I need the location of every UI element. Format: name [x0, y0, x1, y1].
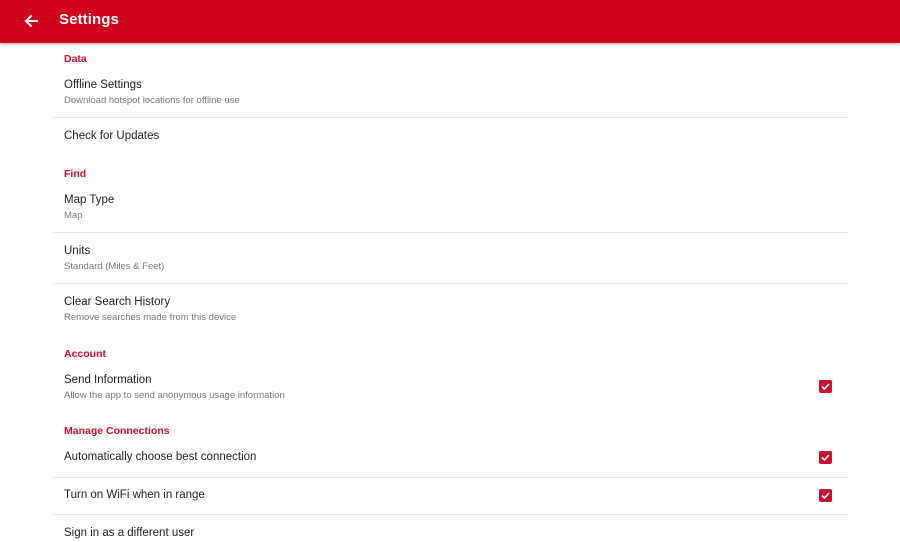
section-header-data: Data	[64, 53, 87, 65]
setting-subtitle: Standard (Miles & Feet)	[64, 261, 165, 272]
setting-clear-search-history[interactable]: Clear Search History Remove searches mad…	[53, 287, 848, 334]
setting-title: Units	[64, 245, 91, 257]
setting-title: Clear Search History	[64, 296, 171, 308]
setting-offline-settings[interactable]: Offline Settings Download hotspot locati…	[53, 70, 848, 117]
setting-title: Offline Settings	[64, 79, 142, 91]
setting-title: Check for Updates	[64, 130, 160, 142]
send-information-checkbox[interactable]	[819, 380, 832, 393]
section-header-manage-connections: Manage Connections	[64, 425, 170, 437]
setting-map-type[interactable]: Map Type Map	[53, 185, 848, 232]
setting-subtitle: Allow the app to send anonymous usage in…	[64, 390, 285, 401]
checkmark-icon	[821, 383, 830, 391]
arrow-left-icon	[24, 14, 38, 28]
setting-title: Automatically choose best connection	[64, 451, 257, 463]
setting-subtitle: Map	[64, 210, 83, 221]
back-button[interactable]	[18, 8, 44, 34]
setting-wifi-in-range[interactable]: Turn on WiFi when in range	[53, 478, 848, 514]
section-header-find: Find	[64, 168, 87, 180]
setting-title: Map Type	[64, 194, 115, 206]
setting-title: Send Information	[64, 374, 152, 386]
setting-title: Turn on WiFi when in range	[64, 489, 205, 501]
setting-check-for-updates[interactable]: Check for Updates	[53, 118, 848, 158]
page-title: Settings	[59, 11, 119, 28]
section-header-account: Account	[64, 348, 106, 360]
setting-title: Sign in as a different user	[64, 527, 195, 539]
setting-subtitle: Download hotspot locations for offline u…	[64, 95, 240, 106]
setting-subtitle: Remove searches made from this device	[64, 312, 237, 323]
setting-sign-in-different-user[interactable]: Sign in as a different user	[53, 515, 848, 542]
app-bar: Settings	[0, 0, 900, 43]
divider	[53, 232, 848, 233]
divider	[53, 283, 848, 284]
checkmark-icon	[821, 492, 830, 500]
wifi-in-range-checkbox[interactable]	[819, 489, 832, 502]
checkmark-icon	[821, 454, 830, 462]
setting-auto-best-connection[interactable]: Automatically choose best connection	[53, 440, 848, 476]
setting-units[interactable]: Units Standard (Miles & Feet)	[53, 236, 848, 283]
setting-send-information[interactable]: Send Information Allow the app to send a…	[53, 365, 848, 412]
auto-best-connection-checkbox[interactable]	[819, 451, 832, 464]
